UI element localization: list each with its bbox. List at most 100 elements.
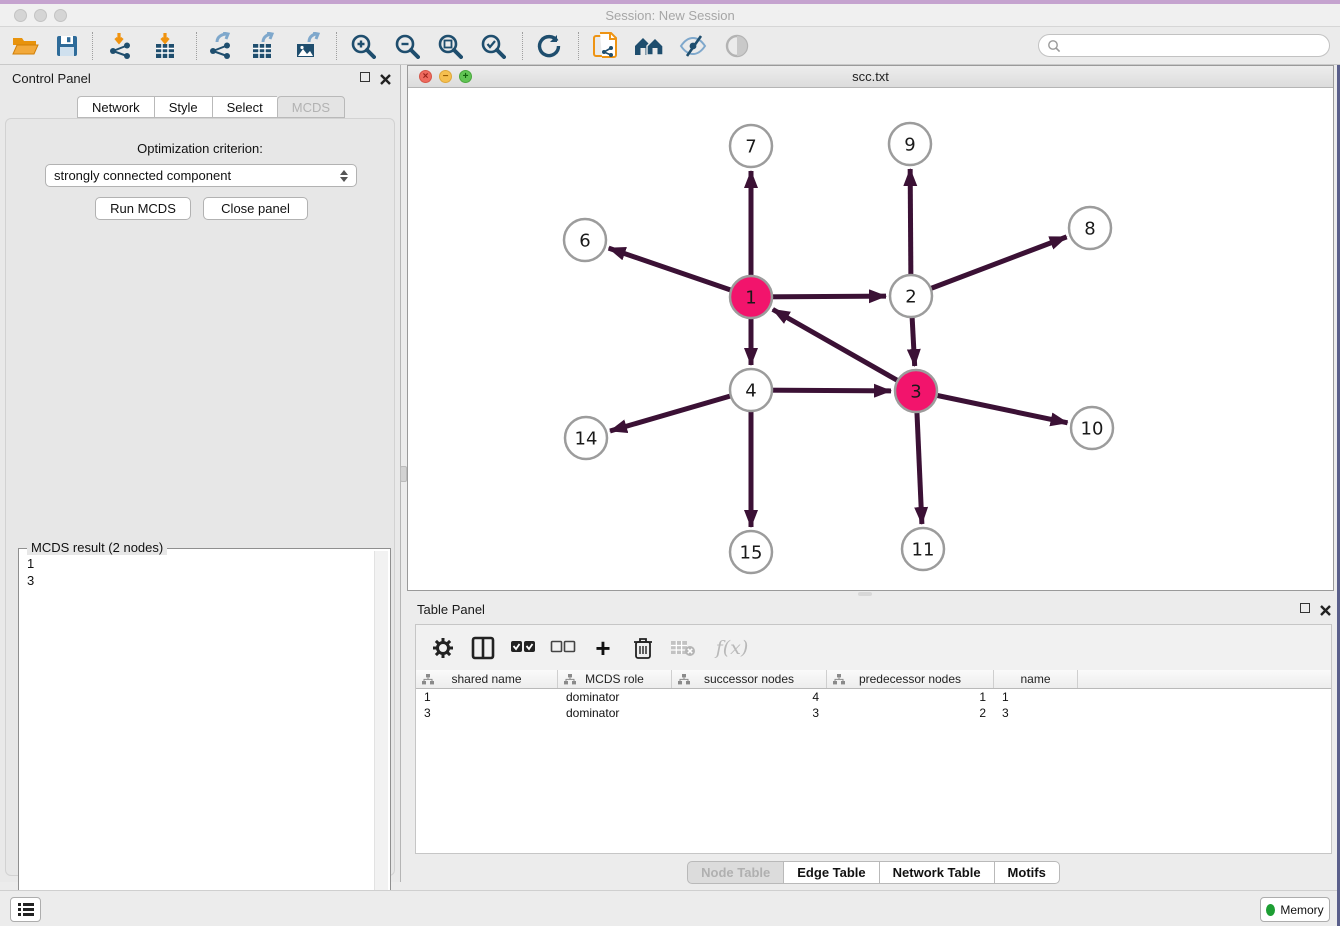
cell-shared-name[interactable]: 3 (416, 705, 558, 721)
table-row[interactable]: 3 dominator 3 2 3 (416, 705, 1331, 721)
graph-node-14[interactable]: 14 (565, 417, 607, 459)
graph-node-10[interactable]: 10 (1071, 407, 1113, 449)
open-session-button[interactable] (6, 30, 44, 62)
table-settings-button[interactable] (430, 635, 456, 661)
graph-node-3[interactable]: 3 (895, 370, 937, 412)
table-row[interactable]: 1 dominator 4 1 1 (416, 689, 1331, 705)
show-columns-button[interactable] (470, 635, 496, 661)
show-graphics-details-button[interactable] (718, 30, 756, 62)
home-view-button[interactable] (630, 30, 668, 62)
table-tabs: Node Table Edge Table Network Table Moti… (407, 861, 1340, 884)
delete-rows-button[interactable] (630, 635, 656, 661)
cell-mcds-role[interactable]: dominator (558, 689, 672, 705)
close-panel-icon[interactable] (1320, 603, 1332, 615)
app-titlebar: Session: New Session (0, 4, 1340, 27)
cell-successor-nodes[interactable]: 4 (672, 689, 827, 705)
float-panel-icon[interactable] (1300, 603, 1312, 615)
cell-shared-name[interactable]: 1 (416, 689, 558, 705)
graph-edge-1-6[interactable] (609, 248, 751, 297)
cell-predecessor-nodes[interactable]: 1 (827, 689, 994, 705)
graph-edge-2-8[interactable] (911, 237, 1067, 296)
eye-disabled-icon (725, 34, 749, 58)
zoom-out-button[interactable] (388, 30, 426, 62)
graph-node-15[interactable]: 15 (730, 531, 772, 573)
zoom-fit-button[interactable] (431, 30, 469, 62)
mcds-result-item[interactable]: 3 (27, 572, 372, 589)
export-image-icon (293, 32, 321, 60)
export-table-button[interactable] (244, 30, 282, 62)
graph-edge-3-1[interactable] (773, 309, 916, 391)
status-bar: Memory (0, 890, 1340, 926)
graph-node-9[interactable]: 9 (889, 123, 931, 165)
tab-node-table[interactable]: Node Table (687, 861, 783, 884)
search-field[interactable] (1038, 34, 1330, 57)
tab-style[interactable]: Style (154, 96, 212, 118)
refresh-icon (536, 33, 562, 59)
cell-name[interactable]: 1 (994, 689, 1078, 705)
deselect-all-rows-button[interactable] (550, 635, 576, 661)
cell-mcds-role[interactable]: dominator (558, 705, 672, 721)
toolbar-separator (578, 32, 579, 60)
zoom-selected-button[interactable] (474, 30, 512, 62)
tab-edge-table[interactable]: Edge Table (783, 861, 878, 884)
toolbar-separator (196, 32, 197, 60)
network-window-title: scc.txt (408, 69, 1333, 84)
graph-node-4[interactable]: 4 (730, 369, 772, 411)
task-history-button[interactable] (10, 897, 41, 922)
tab-motifs[interactable]: Motifs (994, 861, 1060, 884)
float-panel-icon[interactable] (360, 72, 372, 84)
column-label: successor nodes (704, 672, 794, 686)
column-label: name (1020, 672, 1050, 686)
mcds-result-list[interactable]: 1 3 (23, 555, 372, 921)
control-panel: Control Panel Network Style Select MCDS … (0, 65, 401, 882)
graph-node-1[interactable]: 1 (730, 276, 772, 318)
export-network-button[interactable] (202, 30, 240, 62)
criterion-select[interactable]: strongly connected component (45, 164, 357, 187)
network-window-titlebar[interactable]: × − + scc.txt (408, 66, 1333, 88)
cell-name[interactable]: 3 (994, 705, 1078, 721)
graph-node-7[interactable]: 7 (730, 125, 772, 167)
import-table-button[interactable] (146, 30, 184, 62)
column-header-name[interactable]: name (994, 670, 1078, 688)
criterion-value: strongly connected component (54, 168, 231, 183)
close-panel-button[interactable]: Close panel (203, 197, 308, 220)
graph-node-2[interactable]: 2 (890, 275, 932, 317)
graph-node-label: 15 (740, 542, 763, 563)
result-scrollbar[interactable] (374, 551, 388, 923)
column-header-mcds-role[interactable]: MCDS role (558, 670, 672, 688)
tab-mcds[interactable]: MCDS (277, 96, 345, 118)
graph-node-6[interactable]: 6 (564, 219, 606, 261)
search-input[interactable] (1061, 39, 1329, 53)
hierarchy-icon (564, 674, 576, 685)
tab-network-table[interactable]: Network Table (879, 861, 994, 884)
graph-edge-3-10[interactable] (916, 391, 1068, 423)
cell-successor-nodes[interactable]: 3 (672, 705, 827, 721)
cell-predecessor-nodes[interactable]: 2 (827, 705, 994, 721)
memory-button[interactable]: Memory (1260, 897, 1330, 922)
add-row-button[interactable]: + (590, 635, 616, 661)
table-splitter-handle[interactable] (858, 592, 872, 596)
mcds-result-group: MCDS result (2 nodes) 1 3 (18, 548, 391, 926)
network-graph[interactable]: 7 9 6 8 1 2 4 3 14 10 15 11 (408, 88, 1333, 591)
network-canvas[interactable]: 7 9 6 8 1 2 4 3 14 10 15 11 (408, 88, 1333, 590)
refresh-network-button[interactable] (530, 30, 568, 62)
column-header-shared-name[interactable]: shared name (416, 670, 558, 688)
close-panel-icon[interactable] (380, 72, 392, 84)
graph-node-11[interactable]: 11 (902, 528, 944, 570)
run-mcds-button[interactable]: Run MCDS (95, 197, 191, 220)
zoom-in-button[interactable] (344, 30, 382, 62)
column-header-predecessor-nodes[interactable]: predecessor nodes (827, 670, 994, 688)
panel-splitter-handle[interactable] (400, 466, 407, 482)
graph-node-8[interactable]: 8 (1069, 207, 1111, 249)
tab-network[interactable]: Network (77, 96, 154, 118)
column-header-successor-nodes[interactable]: successor nodes (672, 670, 827, 688)
hide-graphics-details-button[interactable] (674, 30, 712, 62)
mcds-result-item[interactable]: 1 (27, 555, 372, 572)
import-network-button[interactable] (102, 30, 140, 62)
open-network-file-button[interactable] (586, 30, 624, 62)
save-session-button[interactable] (48, 30, 86, 62)
select-all-rows-button[interactable] (510, 635, 536, 661)
home-icon (634, 34, 664, 58)
tab-select[interactable]: Select (212, 96, 277, 118)
export-image-button[interactable] (288, 30, 326, 62)
